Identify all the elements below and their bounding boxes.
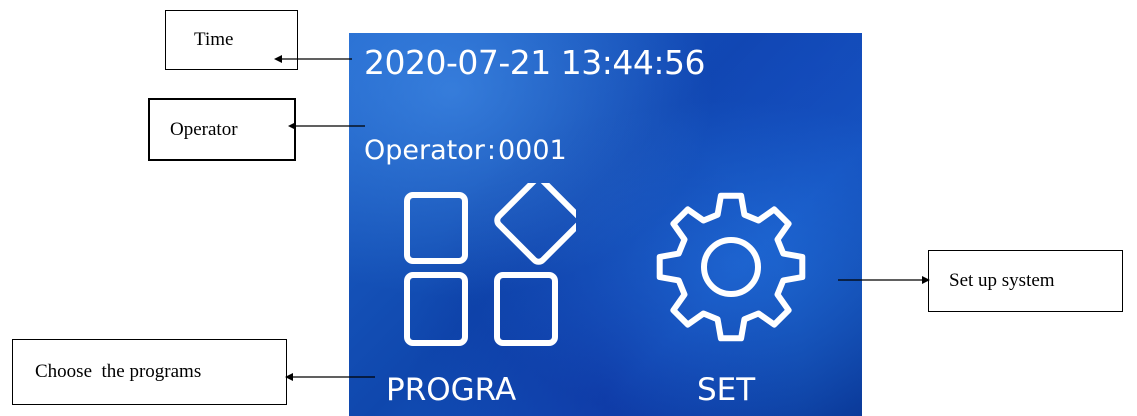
- callout-arrows: [274, 55, 930, 381]
